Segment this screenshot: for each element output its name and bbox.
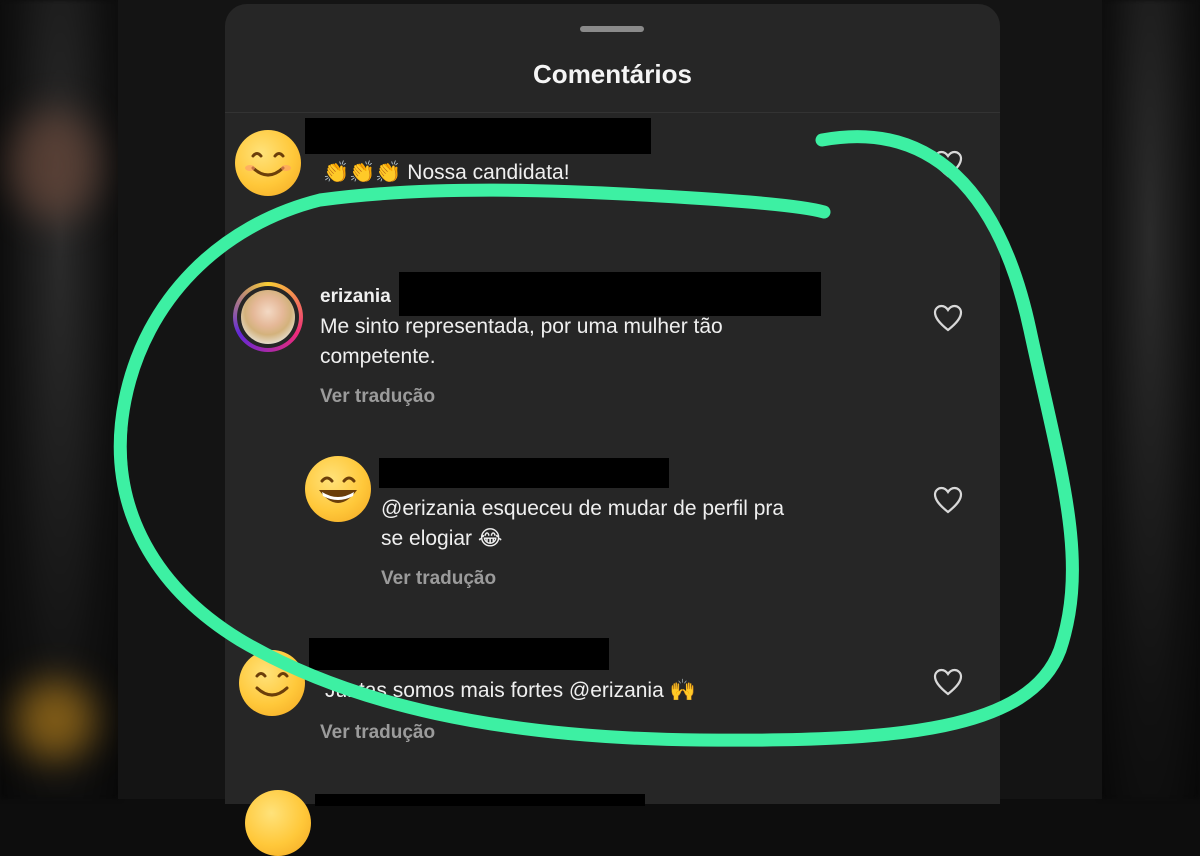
header-divider	[225, 112, 1000, 113]
blurred-background-right	[1100, 0, 1200, 799]
smiling-face-emoji-icon	[239, 650, 305, 716]
comment-text: 👏👏👏 Nossa candidata!	[323, 161, 570, 184]
grinning-face-emoji-icon	[305, 456, 371, 522]
blurred-face-left	[10, 110, 100, 220]
comment-username[interactable]: erizania	[320, 286, 391, 308]
comments-sheet: Comentários 👏👏👏 Nossa candidata! erizani…	[225, 4, 1000, 856]
see-translation-link[interactable]: Ver tradução	[320, 386, 435, 408]
avatar[interactable]	[305, 456, 371, 522]
see-translation-link[interactable]: Ver tradução	[381, 568, 496, 590]
smiling-face-emoji-icon	[235, 130, 301, 196]
redacted-username	[315, 794, 645, 806]
heart-icon[interactable]	[933, 486, 963, 514]
avatar[interactable]	[239, 650, 305, 716]
redacted-username	[379, 458, 669, 488]
sheet-title: Comentários	[533, 59, 692, 89]
heart-icon[interactable]	[933, 150, 963, 178]
avatar-partial[interactable]	[245, 790, 311, 856]
blurred-emoji-left	[15, 680, 95, 760]
redacted-username	[399, 272, 821, 316]
comment-text-line: Me sinto representada, por uma mulher tã…	[320, 315, 723, 338]
heart-icon[interactable]	[933, 304, 963, 332]
redacted-username	[309, 638, 609, 670]
comment-text: Juntas somos mais fortes @erizania 🙌	[325, 679, 696, 702]
comment-text-line: competente.	[320, 345, 436, 368]
redacted-username	[305, 118, 651, 154]
avatar[interactable]	[235, 130, 301, 196]
heart-icon[interactable]	[933, 668, 963, 696]
comment-text-line: @erizania esqueceu de mudar de perfil pr…	[381, 497, 785, 520]
sheet-drag-handle[interactable]	[580, 26, 644, 32]
comment-text-line: se elogiar 😂	[381, 527, 503, 550]
profile-photo	[241, 290, 295, 344]
avatar[interactable]	[233, 282, 303, 352]
see-translation-link[interactable]: Ver tradução	[320, 722, 435, 744]
emoji-face-icon	[245, 790, 311, 856]
